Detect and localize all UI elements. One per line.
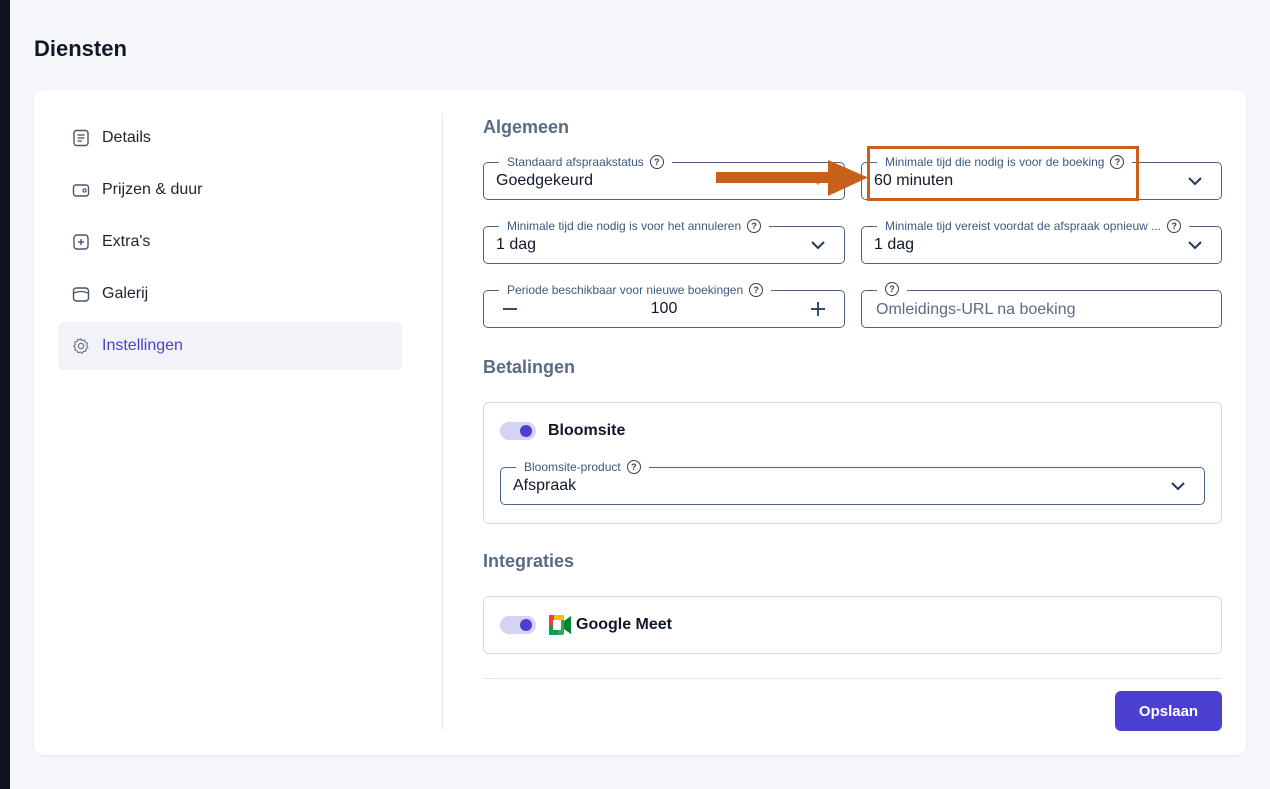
google-meet-label: Google Meet: [576, 616, 673, 633]
plus-icon[interactable]: [808, 299, 828, 319]
help-icon[interactable]: ?: [649, 155, 664, 169]
bloomsite-label: Bloomsite: [548, 422, 626, 439]
help-icon[interactable]: ?: [885, 282, 899, 296]
field-label: Periode beschikbaar voor nieuwe boekinge…: [499, 282, 772, 298]
field-label: Standaard afspraakstatus?: [499, 154, 672, 170]
default-status-select[interactable]: Standaard afspraakstatus? Goedgekeurd: [483, 154, 845, 200]
plus-square-icon: [73, 234, 89, 250]
sidebar-item-label: Details: [102, 129, 151, 146]
help-icon[interactable]: ?: [626, 460, 641, 474]
section-title-integrations: Integraties: [483, 551, 575, 571]
min-cancel-time-select[interactable]: Minimale tijd die nodig is voor het annu…: [483, 218, 845, 264]
bloomsite-product-select[interactable]: Bloomsite-product? Afspraak: [500, 459, 1205, 505]
section-title-general: Algemeen: [483, 117, 570, 137]
google-meet-icon: [549, 615, 571, 635]
select-value: 60 minuten: [874, 172, 954, 189]
sidebar-item-details[interactable]: Details: [58, 114, 402, 162]
field-label: Minimale tijd vereist voordat de afspraa…: [877, 218, 1190, 234]
select-value: 1 dag: [496, 236, 537, 253]
wallet-icon: [72, 184, 90, 197]
booking-period-stepper[interactable]: Periode beschikbaar voor nieuwe boekinge…: [483, 282, 845, 328]
select-value: Afspraak: [513, 477, 577, 494]
integration-box: Google Meet: [483, 596, 1222, 654]
help-icon[interactable]: ?: [747, 219, 762, 233]
page-title: Diensten: [34, 36, 127, 61]
input-placeholder: Omleidings-URL na boeking: [876, 301, 1076, 318]
field-label: Minimale tijd die nodig is voor de boeki…: [877, 154, 1133, 170]
bloomsite-toggle[interactable]: [500, 422, 536, 440]
sidebar-item-label: Galerij: [102, 285, 149, 302]
save-button[interactable]: Opslaan: [1115, 691, 1222, 731]
field-label: ?: [877, 282, 907, 296]
field-label: Bloomsite-product?: [516, 459, 649, 475]
chevron-down-icon: [1188, 241, 1202, 250]
chevron-down-icon: [811, 177, 825, 186]
sidebar-item-label: Prijzen & duur: [102, 181, 203, 198]
stepper-value[interactable]: 100: [484, 300, 844, 318]
chevron-down-icon: [1171, 482, 1185, 491]
sidebar-item-gallery[interactable]: Galerij: [58, 270, 402, 318]
min-reschedule-time-select[interactable]: Minimale tijd vereist voordat de afspraa…: [861, 218, 1222, 264]
settings-card: Details Prijzen & duur Extra's Galerij I…: [34, 90, 1246, 755]
payment-provider-box: Bloomsite Bloomsite-product? Afspraak: [483, 402, 1222, 524]
help-icon[interactable]: ?: [1110, 155, 1125, 169]
sidebar-item-label: Instellingen: [102, 337, 183, 354]
chevron-down-icon: [811, 241, 825, 250]
redirect-url-input[interactable]: ? Omleidings-URL na boeking: [861, 282, 1222, 328]
toggle-knob: [520, 619, 532, 631]
window-edge: [0, 0, 10, 789]
google-meet-toggle[interactable]: [500, 616, 536, 634]
chevron-down-icon: [1188, 177, 1202, 186]
gallery-icon: [72, 287, 90, 302]
help-icon[interactable]: ?: [749, 283, 764, 297]
select-value: Goedgekeurd: [496, 172, 593, 189]
gear-icon: [73, 338, 89, 354]
sidebar-item-prices-duration[interactable]: Prijzen & duur: [58, 166, 402, 214]
field-label: Minimale tijd die nodig is voor het annu…: [499, 218, 770, 234]
sidebar-item-label: Extra's: [102, 233, 151, 250]
sidebar-item-settings[interactable]: Instellingen: [58, 322, 402, 370]
min-booking-time-select[interactable]: Minimale tijd die nodig is voor de boeki…: [861, 154, 1222, 200]
document-icon: [73, 129, 89, 147]
toggle-knob: [520, 425, 532, 437]
sidebar-item-extras[interactable]: Extra's: [58, 218, 402, 266]
sidebar-divider: [442, 114, 443, 730]
section-title-payments: Betalingen: [483, 357, 576, 377]
select-value: 1 dag: [874, 236, 915, 253]
help-icon[interactable]: ?: [1167, 219, 1182, 233]
footer-divider: [483, 678, 1222, 679]
